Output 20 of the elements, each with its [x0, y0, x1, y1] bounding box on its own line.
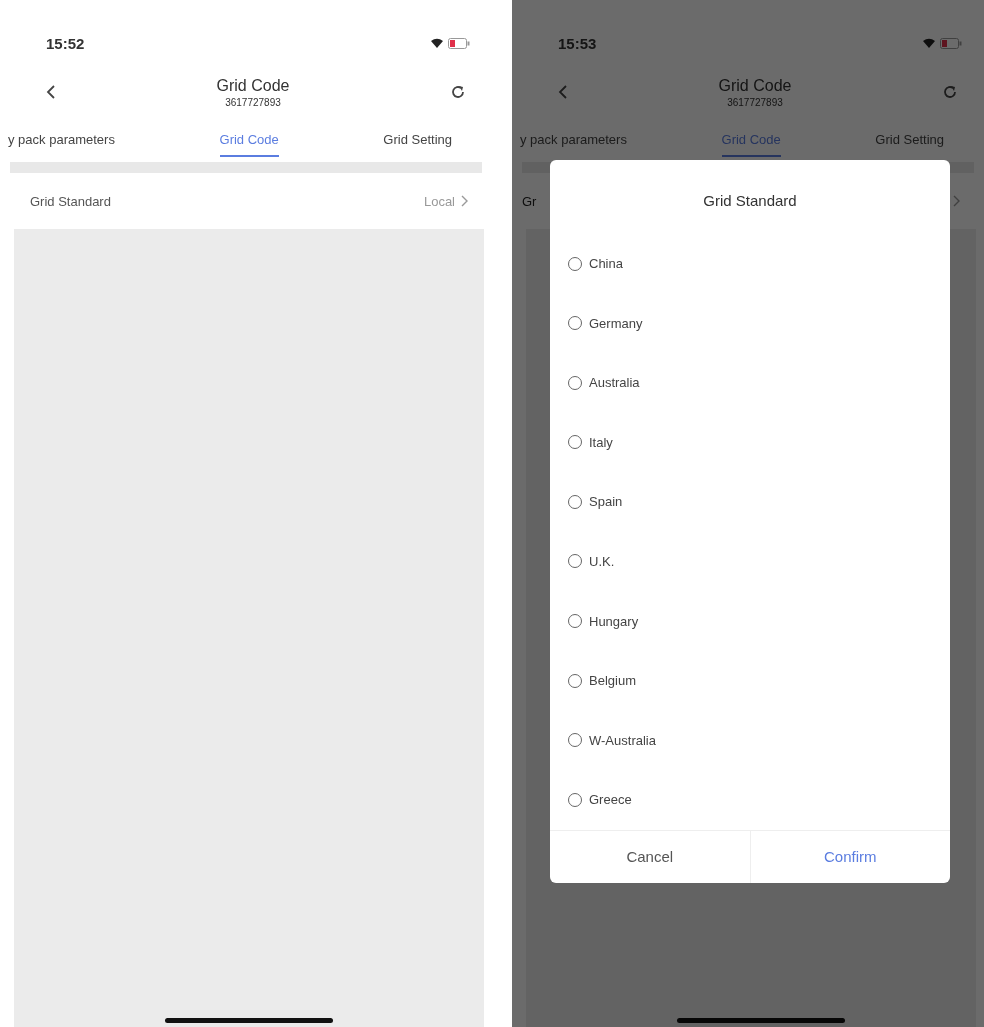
- setting-label: Grid Standard: [30, 193, 111, 209]
- screen-title: Grid Code: [718, 76, 792, 95]
- option-label: Australia: [589, 375, 640, 391]
- option-label: Greece: [589, 792, 632, 808]
- setting-label: Gr: [522, 193, 537, 209]
- option-label: China: [589, 256, 623, 271]
- status-time: 15:52: [46, 34, 85, 52]
- option-label: Spain: [589, 494, 623, 510]
- serial-number: 3617727893: [727, 96, 783, 108]
- option-label: Italy: [589, 434, 613, 450]
- option-label: W-Australia: [589, 732, 656, 748]
- option-label: Germany: [589, 315, 643, 331]
- option-label: Hungary: [589, 613, 639, 629]
- option-label: Belgium: [589, 673, 636, 689]
- option-label: U.K.: [589, 553, 615, 569]
- status-time: 15:53: [558, 34, 597, 52]
- dialog-title: Grid Standard: [702, 191, 798, 211]
- screen-title: Grid Code: [216, 76, 290, 95]
- serial-number: 3617727893: [225, 96, 281, 108]
- setting-value: Local: [423, 193, 455, 209]
